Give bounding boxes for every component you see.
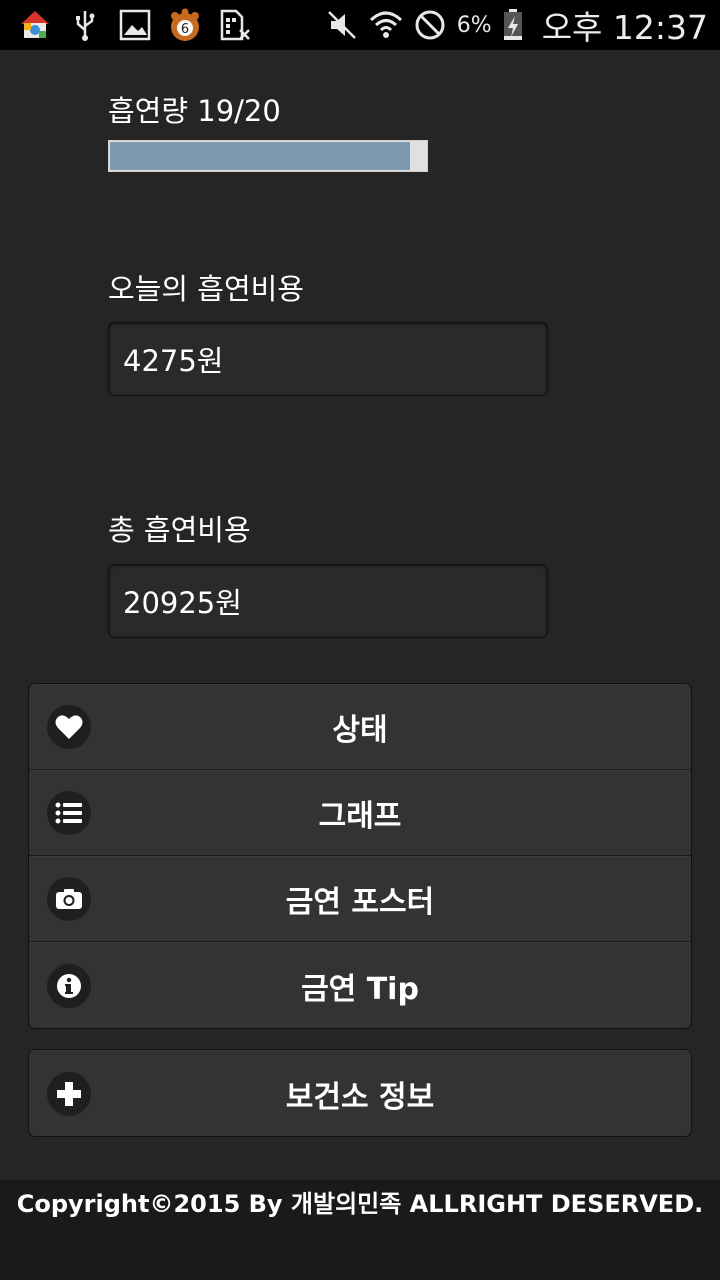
today-cost-label: 오늘의 흡연비용	[108, 272, 304, 306]
block-icon	[413, 8, 447, 42]
total-cost-value: 20925원	[123, 586, 242, 620]
menu-item-poster[interactable]: 금연 포스터	[29, 856, 691, 942]
menu-item-label: 그래프	[318, 799, 402, 834]
menu-item-tip[interactable]: 금연 Tip	[29, 942, 691, 1028]
notification-icons: 6	[18, 6, 252, 44]
clock: 오후 12:37	[541, 8, 708, 47]
mute-icon	[325, 8, 359, 42]
usb-icon	[68, 8, 102, 42]
paw-badge-icon: 6	[168, 8, 202, 42]
smoking-count-label: 흡연량 19/20	[108, 94, 281, 128]
menu-item-label: 금연 Tip	[301, 971, 419, 1007]
menu-item-label: 보건소 정보	[285, 1079, 435, 1115]
heart-icon	[47, 705, 91, 749]
menu-item-health-center[interactable]: 보건소 정보	[29, 1050, 691, 1136]
progress-fill	[110, 142, 411, 170]
info-icon	[47, 963, 91, 1008]
copyright-text: Copyright©2015 By 개발의민족 ALLRIGHT DESERVE…	[16, 1190, 704, 1218]
today-cost-field[interactable]: 4275원	[108, 322, 548, 396]
plus-icon	[47, 1071, 91, 1116]
total-cost-field[interactable]: 20925원	[108, 564, 548, 638]
menu-item-label: 금연 포스터	[285, 885, 435, 920]
menu-item-status[interactable]: 상태	[29, 684, 691, 770]
camera-icon	[47, 877, 91, 921]
status-bar: 6 6% 오후 12:37	[0, 0, 720, 50]
health-center-menu: 보건소 정보	[28, 1049, 692, 1137]
home-launcher-icon	[18, 8, 52, 42]
menu-item-label: 상태	[332, 713, 388, 748]
smoking-count-progress	[108, 140, 428, 172]
footer: Copyright©2015 By 개발의민족 ALLRIGHT DESERVE…	[0, 1180, 720, 1280]
menu-item-graph[interactable]: 그래프	[29, 770, 691, 856]
image-icon	[118, 8, 152, 42]
battery-icon	[502, 8, 524, 42]
sim-off-icon	[218, 8, 252, 42]
list-icon	[47, 791, 91, 835]
battery-percent: 6%	[456, 12, 492, 38]
system-icons: 6% 오후 12:37	[325, 4, 708, 47]
main-menu: 상태 그래프 금연 포스터 금연 Tip	[28, 683, 692, 1029]
wifi-icon	[369, 8, 403, 42]
today-cost-value: 4275원	[123, 344, 224, 378]
svg-text:6: 6	[181, 22, 189, 37]
total-cost-label: 총 흡연비용	[108, 513, 251, 547]
